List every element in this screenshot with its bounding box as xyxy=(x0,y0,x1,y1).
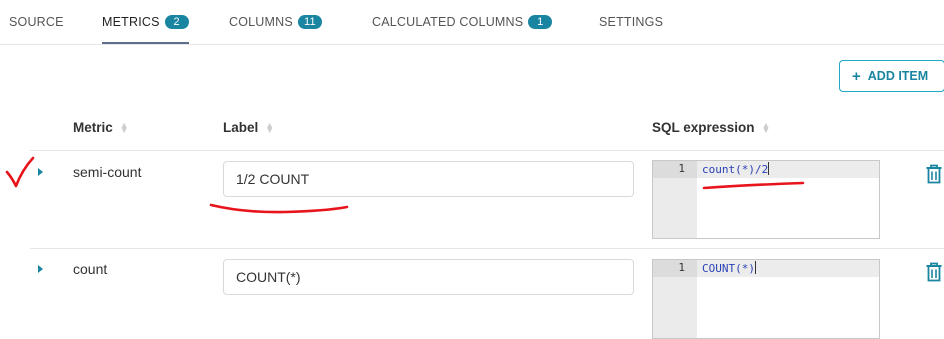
count-badge: 11 xyxy=(297,14,322,29)
add-item-label: ADD ITEM xyxy=(867,69,929,83)
tab-label: COLUMNS xyxy=(229,14,293,29)
line-number: 1 xyxy=(678,261,685,274)
underline-annotation-icon xyxy=(209,203,349,214)
metric-name: semi-count xyxy=(73,164,142,180)
sql-code-text: COUNT(*) xyxy=(702,262,755,275)
count-badge: 1 xyxy=(528,14,553,29)
count-badge: 2 xyxy=(164,14,189,29)
label-input[interactable] xyxy=(223,259,634,295)
tab-columns[interactable]: COLUMNS 11 xyxy=(229,0,322,43)
tab-label: METRICS xyxy=(102,14,160,29)
tab-label: SETTINGS xyxy=(599,14,664,29)
tab-source[interactable]: SOURCE xyxy=(9,0,64,43)
text-cursor xyxy=(754,261,756,274)
sql-expression-editor[interactable]: 1 COUNT(*) xyxy=(652,259,880,339)
checkmark-annotation-icon xyxy=(5,156,35,188)
sql-code-text: count(*)/2 xyxy=(702,163,769,176)
sql-code: COUNT(*) xyxy=(702,261,756,275)
tab-metrics[interactable]: METRICS 2 xyxy=(102,0,189,44)
tab-bar: SOURCE METRICS 2 COLUMNS 11 CALCULATED C… xyxy=(0,0,944,45)
divider xyxy=(30,248,944,249)
sql-code: count(*)/2 xyxy=(702,162,770,176)
column-header-label[interactable]: Label ▲ ▼ xyxy=(223,120,274,135)
sort-icon: ▲ ▼ xyxy=(265,119,275,135)
add-item-button[interactable]: + ADD ITEM xyxy=(839,60,944,92)
divider xyxy=(30,150,944,151)
tab-label: SOURCE xyxy=(9,14,64,29)
caret-right-icon[interactable] xyxy=(38,265,43,273)
column-header-sql-expression[interactable]: SQL expression ▲ ▼ xyxy=(652,120,770,135)
plus-icon: + xyxy=(852,67,861,85)
column-header-label: SQL expression xyxy=(652,120,755,135)
caret-right-icon[interactable] xyxy=(38,168,43,176)
metric-name: count xyxy=(73,261,108,277)
trash-icon[interactable] xyxy=(925,262,943,282)
trash-icon[interactable] xyxy=(925,164,943,184)
tab-label: CALCULATED COLUMNS xyxy=(372,14,524,29)
column-header-label: Metric xyxy=(73,120,113,135)
sql-expression-editor[interactable]: 1 count(*)/2 xyxy=(652,160,880,239)
column-header-metric[interactable]: Metric ▲ ▼ xyxy=(73,120,129,135)
sort-icon: ▲ ▼ xyxy=(761,119,771,135)
sort-icon: ▲ ▼ xyxy=(119,119,129,135)
tab-calculated-columns[interactable]: CALCULATED COLUMNS 1 xyxy=(372,0,553,43)
label-input[interactable] xyxy=(223,161,634,197)
text-cursor xyxy=(768,162,770,175)
column-header-label: Label xyxy=(223,120,259,135)
line-number: 1 xyxy=(678,162,685,175)
tab-settings[interactable]: SETTINGS xyxy=(599,0,663,43)
